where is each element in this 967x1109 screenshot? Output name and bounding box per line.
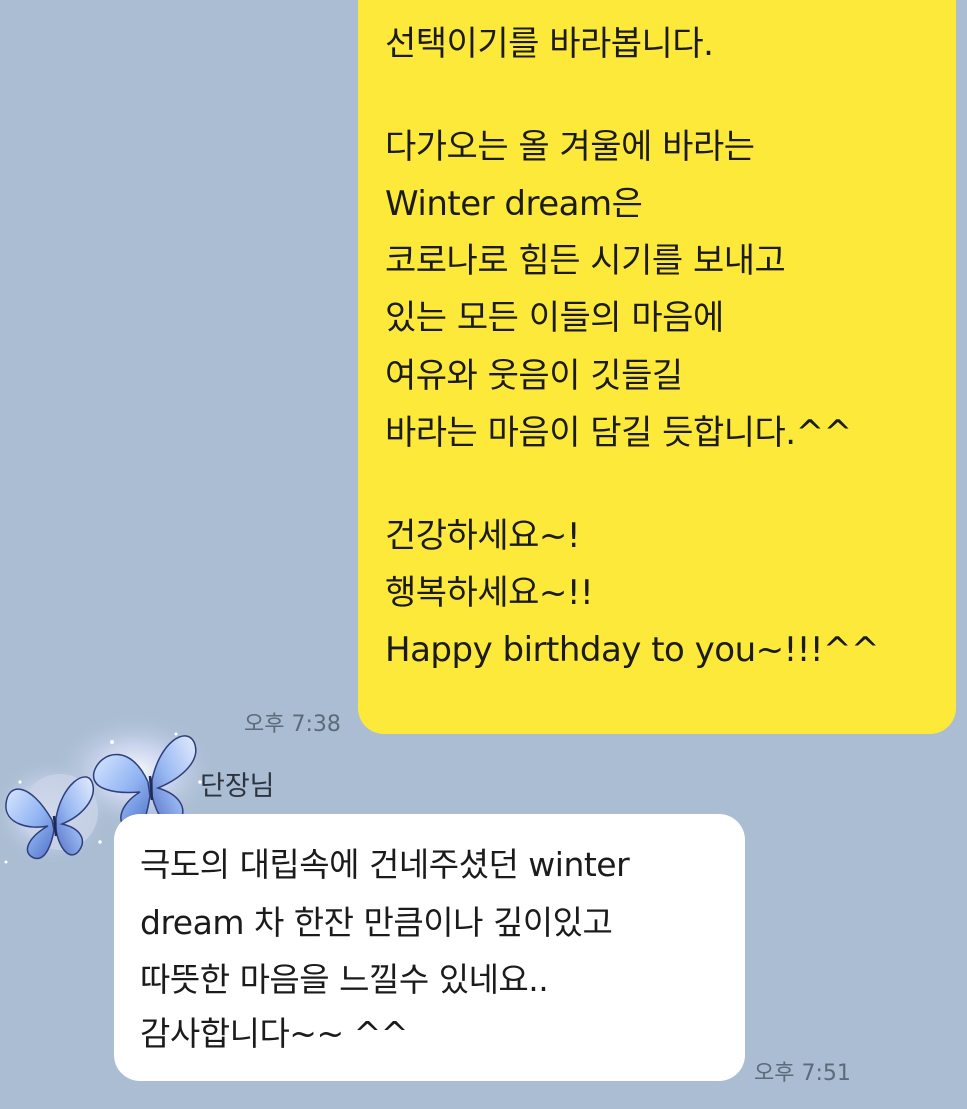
- message-line: 있는 모든 이들의 마음에: [385, 298, 724, 338]
- message-line: 다가오는 올 겨울에 바라는: [385, 127, 755, 167]
- message-line: 감사합니다~~ ^^: [140, 1014, 408, 1053]
- message-line: 따뜻한 마음을 느낄수 있네요..: [140, 960, 549, 999]
- incoming-message-bubble[interactable]: 극도의 대립속에 건네주셨던 winter dream 차 한잔 만큼이나 깊이…: [114, 814, 745, 1081]
- sender-name: 단장님: [200, 771, 275, 802]
- message-line: 코로나로 힘든 시기를 보내고: [385, 241, 786, 281]
- message-line: 행복하세요~!!: [385, 573, 594, 613]
- message-line: 선택이기를 바라봅니다.: [385, 24, 714, 64]
- message-line: dream 차 한잔 만큼이나 깊이있고: [140, 903, 613, 942]
- message-line: Winter dream은: [385, 184, 643, 224]
- message-line: Happy birthday to you~!!!^^: [385, 630, 880, 670]
- message-line: 바라는 마음이 담길 듯합니다.^^: [385, 413, 852, 453]
- outgoing-message-bubble[interactable]: 선택이기를 바라봅니다. 다가오는 올 겨울에 바라는 Winter dream…: [358, 0, 956, 734]
- message-line: 건강하세요~!: [385, 516, 581, 556]
- message-line: 극도의 대립속에 건네주셨던 winter: [140, 845, 630, 884]
- message-line: 여유와 웃음이 깃들길: [385, 356, 683, 396]
- chat-area[interactable]: 선택이기를 바라봅니다. 다가오는 올 겨울에 바라는 Winter dream…: [0, 0, 967, 1109]
- outgoing-message-time: 오후 7:38: [244, 712, 341, 737]
- incoming-message-time: 오후 7:51: [754, 1061, 851, 1086]
